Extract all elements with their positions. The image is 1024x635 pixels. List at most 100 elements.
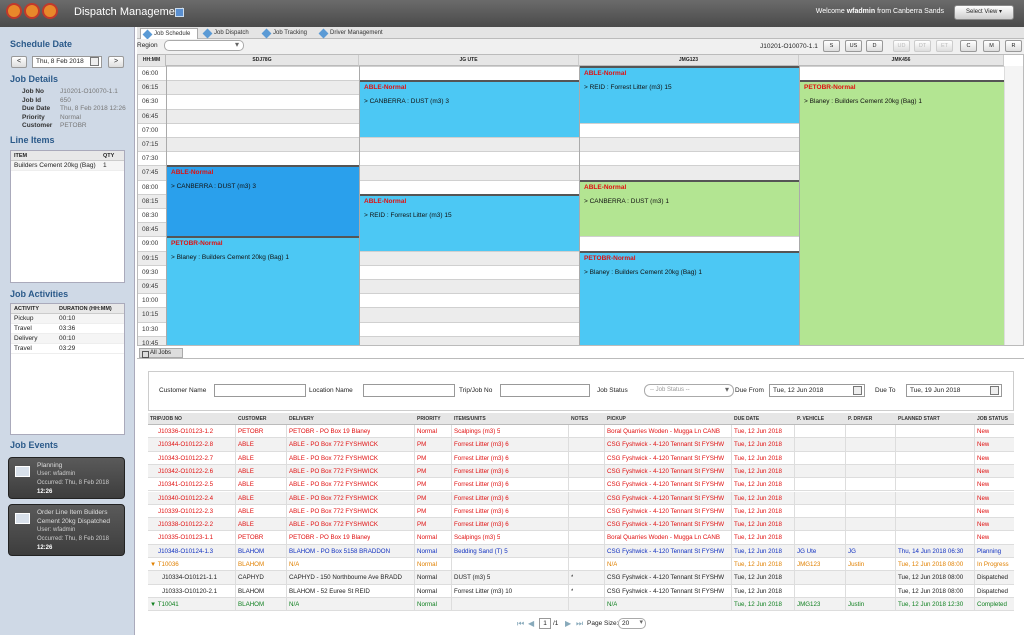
- tab-job-dispatch[interactable]: Job Dispatch: [201, 28, 258, 39]
- table-row[interactable]: J10338-O10122-2.2 ABLE ABLE - PO Box 772 F…: [148, 518, 1014, 532]
- trip-job-no-input[interactable]: [500, 384, 590, 397]
- table-row[interactable]: J10336-O10123-1.2 PETOBR PETOBR - PO Box 1…: [148, 425, 1014, 439]
- table-row[interactable]: J10342-O10122-2.6 ABLE ABLE - PO Box 772 F…: [148, 464, 1014, 479]
- tab-all-jobs[interactable]: All Jobs: [139, 348, 183, 358]
- page-size-select[interactable]: 20: [618, 618, 646, 629]
- schedule-job-block[interactable]: ABLE-Normal > CANBERRA : DUST (m3) 1: [580, 179, 799, 237]
- view-button-d[interactable]: D: [866, 40, 883, 52]
- vehicle-column-header: JMG123: [579, 55, 799, 66]
- schedule-date-value: Thu, 8 Feb 2018: [36, 58, 84, 65]
- view-button-r[interactable]: R: [1005, 40, 1022, 52]
- next-date-button[interactable]: >: [108, 56, 124, 68]
- tab-job-schedule[interactable]: Job Schedule: [140, 28, 198, 40]
- prev-date-button[interactable]: <: [11, 56, 27, 68]
- view-button-us[interactable]: US: [845, 40, 862, 52]
- column-header[interactable]: PLANNED START: [898, 416, 940, 422]
- diamond-icon: [261, 28, 272, 39]
- job-block-detail: > CANBERRA : DUST (m3) 3: [364, 98, 449, 106]
- column-header[interactable]: TRIP/JOB NO: [150, 416, 182, 422]
- view-button-dt[interactable]: DT: [914, 40, 931, 52]
- time-header: HH:MM: [138, 55, 166, 66]
- column-header[interactable]: DUE DATE: [734, 416, 759, 422]
- job-status-select[interactable]: -- Job Status --: [644, 384, 734, 397]
- column-header[interactable]: ITEMS/UNITS: [454, 416, 486, 422]
- schedule-job-block[interactable]: PETOBR-Normal > Blaney : Builders Cement …: [800, 80, 1004, 345]
- window-icon[interactable]: [175, 8, 184, 17]
- first-page-icon[interactable]: ⏮: [517, 620, 525, 628]
- schedule-job-block[interactable]: ABLE-Normal > CANBERRA : DUST (m3) 3: [360, 80, 579, 137]
- activity-row[interactable]: Travel 03:36: [11, 324, 124, 334]
- event-card-planning[interactable]: Planning User: wfadmin Occurred: Thu, 8 …: [8, 457, 125, 499]
- table-row[interactable]: J10339-O10122-2.3 ABLE ABLE - PO Box 772 F…: [148, 504, 1014, 519]
- view-button-ud[interactable]: UD: [893, 40, 910, 52]
- line-item-row[interactable]: Builders Cement 20kg (Bag) 1: [11, 161, 124, 171]
- column-header[interactable]: P. VEHICLE: [797, 416, 824, 422]
- region-select[interactable]: [164, 40, 244, 51]
- cell-divider: [451, 558, 452, 571]
- page-number-input[interactable]: 1: [539, 618, 551, 629]
- job-detail-value: PETOBR: [60, 122, 87, 129]
- column-header[interactable]: P. DRIVER: [848, 416, 872, 422]
- table-cell: CSG Fyshwick - 4-120 Tennant St FYSHW: [607, 521, 725, 529]
- table-row[interactable]: J10340-O10122-2.4 ABLE ABLE - PO Box 772 F…: [148, 491, 1014, 505]
- table-row[interactable]: ▼ T10036 BLAHOM N/A Normal N/A Tue, 12 Jun 20…: [148, 558, 1014, 572]
- schedule-scrollbar[interactable]: [1004, 66, 1023, 345]
- table-row[interactable]: J10335-O10123-1.1 PETOBR PETOBR - PO Box 1…: [148, 531, 1014, 545]
- column-header[interactable]: PRIORITY: [417, 416, 441, 422]
- activity-row[interactable]: Travel 03:29: [11, 344, 124, 354]
- event-card-dispatched[interactable]: Order Line Item Builders Cement 20kg Dis…: [8, 504, 125, 556]
- cell-divider: [731, 518, 732, 531]
- table-row[interactable]: J10334-O10121-1.1 CAPHYD CAPHYD - 150 Nort…: [148, 571, 1014, 585]
- table-cell: New: [977, 454, 990, 462]
- table-cell: Tue, 12 Jun 2018: [734, 494, 782, 502]
- cell-divider: [568, 491, 569, 504]
- time-label: 09:00: [142, 240, 159, 248]
- table-cell: ABLE: [238, 441, 254, 449]
- table-row[interactable]: J10344-O10122-2.8 ABLE ABLE - PO Box 772 F…: [148, 438, 1014, 452]
- customer-name-input[interactable]: [214, 384, 306, 397]
- table-row[interactable]: J10333-O10120-2.1 BLAHOM BLAHOM - 52 Euree…: [148, 584, 1014, 598]
- table-row[interactable]: J10348-O10124-1.3 BLAHOM BLAHOM - PO Box 5…: [148, 544, 1014, 558]
- tab-job-tracking[interactable]: Job Tracking: [260, 28, 315, 39]
- table-cell: Forrest Litter (m3) 6: [454, 467, 509, 475]
- table-cell: Normal: [417, 428, 437, 435]
- column-header[interactable]: JOB STATUS: [977, 416, 1008, 422]
- table-cell: ABLE - PO Box 772 FYSHWICK: [289, 494, 379, 502]
- due-to-input[interactable]: Tue, 19 Jun 2018: [906, 384, 1002, 397]
- tab-driver-management[interactable]: Driver Management: [317, 28, 392, 39]
- schedule-job-block[interactable]: PETOBR-Normal > Blaney : Builders Cement …: [167, 236, 359, 345]
- table-cell: Tue, 12 Jun 2018: [734, 521, 782, 529]
- column-header[interactable]: DELIVERY: [289, 416, 314, 422]
- time-label: 08:45: [142, 226, 159, 234]
- schedule-job-block[interactable]: ABLE-Normal > REID : Forrest Litter (m3) …: [360, 193, 579, 251]
- table-row[interactable]: ▼ T10041 BLAHOM N/A Normal N/A Tue, 12 Jun 20…: [148, 597, 1014, 612]
- cell-divider: [974, 597, 975, 611]
- time-row[interactable]: 06:00: [138, 66, 1004, 80]
- table-cell: PM: [417, 481, 427, 489]
- column-header[interactable]: NOTES: [571, 416, 588, 422]
- schedule-job-block[interactable]: ABLE-Normal > CANBERRA : DUST (m3) 3: [167, 165, 359, 237]
- view-button-c[interactable]: C: [960, 40, 977, 52]
- activity-row[interactable]: Delivery 00:10: [11, 334, 124, 344]
- next-page-icon[interactable]: ▶: [565, 620, 573, 628]
- view-button-s[interactable]: S: [823, 40, 840, 52]
- schedule-date-input[interactable]: Thu, 8 Feb 2018: [32, 56, 102, 68]
- activity-row[interactable]: Pickup 00:10: [11, 314, 124, 324]
- view-button-m[interactable]: M: [983, 40, 1000, 52]
- cell-divider: [286, 478, 287, 491]
- location-name-input[interactable]: [363, 384, 455, 397]
- column-header[interactable]: PICKUP: [607, 416, 626, 422]
- table-row[interactable]: J10341-O10122-2.5 ABLE ABLE - PO Box 772 F…: [148, 478, 1014, 492]
- select-view-dropdown[interactable]: Select View ▾: [954, 5, 1014, 20]
- due-from-input[interactable]: Tue, 12 Jun 2018: [769, 384, 865, 397]
- table-row[interactable]: J10343-O10122-2.7 ABLE ABLE - PO Box 772 F…: [148, 451, 1014, 465]
- schedule-job-block[interactable]: ABLE-Normal > REID : Forrest Litter (m3) …: [580, 66, 799, 123]
- calendar-icon[interactable]: [90, 57, 99, 66]
- calendar-icon[interactable]: [853, 386, 862, 395]
- column-header[interactable]: CUSTOMER: [238, 416, 267, 422]
- view-button-et[interactable]: ET: [936, 40, 953, 52]
- schedule-job-block[interactable]: PETOBR-Normal > Blaney : Builders Cement …: [580, 250, 799, 345]
- calendar-icon[interactable]: [990, 386, 999, 395]
- prev-page-icon[interactable]: ◀: [528, 620, 536, 628]
- last-page-icon[interactable]: ⏭: [576, 620, 584, 628]
